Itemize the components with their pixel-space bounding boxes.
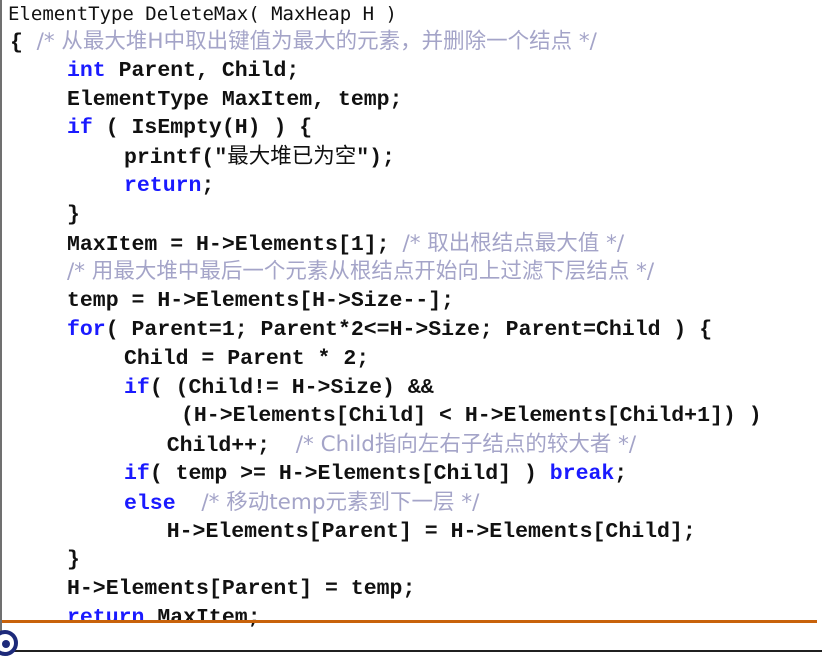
function-signature: ElementType DeleteMax( MaxHeap H )	[8, 3, 397, 25]
code-text: 最大堆已为空	[227, 144, 357, 170]
code-line: { /* 从最大堆H中取出键值为最大的元素，并删除一个结点 */	[10, 28, 762, 57]
code-line: else /* 移动temp元素到下一层 */	[10, 489, 762, 518]
code-comment: /* 从最大堆H中取出键值为最大的元素，并删除一个结点 */	[22, 29, 597, 54]
code-line: Child = Parent * 2;	[10, 345, 762, 374]
code-text: ( IsEmpty(H) ) {	[92, 116, 313, 141]
code-keyword: int	[67, 58, 106, 83]
code-line: ElementType MaxItem, temp;	[10, 86, 762, 115]
code-text: ( temp >= H->Elements[Child] )	[149, 461, 550, 486]
code-line: for( Parent=1; Parent*2<=H->Size; Parent…	[10, 316, 762, 345]
code-keyword: else	[124, 491, 176, 516]
code-line: Child++; /* Child指向左右子结点的较大者 */	[10, 431, 762, 460]
code-keyword: for	[67, 317, 106, 342]
code-line: }	[10, 546, 762, 575]
code-line: return MaxItem;	[10, 604, 762, 633]
logo-icon	[0, 630, 18, 656]
code-text: temp = H->Elements[H->Size--];	[67, 289, 455, 314]
code-comment: /* Child指向左右子结点的较大者 */	[295, 432, 637, 458]
code-text: Child = Parent * 2;	[124, 346, 370, 371]
code-text: Child++;	[166, 434, 296, 459]
code-text: }	[67, 202, 80, 227]
footer-divider	[2, 620, 817, 623]
code-line: return;	[10, 172, 762, 201]
code-line: if ( IsEmpty(H) ) {	[10, 114, 762, 143]
code-text: H->Elements[Parent] = H->Elements[Child]…	[166, 519, 696, 544]
code-comment: /* 移动temp元素到下一层 */	[201, 489, 480, 515]
code-text: {	[10, 31, 23, 55]
code-line: temp = H->Elements[H->Size--];	[10, 287, 762, 316]
code-text: MaxItem;	[144, 605, 261, 630]
code-text: ");	[356, 146, 395, 171]
code-text: Parent, Child;	[105, 58, 300, 83]
code-keyword: break	[549, 461, 615, 486]
code-text: ;	[201, 173, 215, 198]
code-line: printf("最大堆已为空");	[10, 143, 762, 172]
code-keyword: return	[124, 173, 202, 198]
slide-frame: ElementType DeleteMax( MaxHeap H ) { /* …	[0, 0, 822, 656]
code-text: }	[67, 548, 80, 573]
code-text: ;	[614, 461, 628, 486]
code-line: H->Elements[Parent] = temp;	[10, 575, 762, 604]
code-text: printf("	[124, 146, 228, 171]
code-text: MaxItem = H->Elements[1];	[67, 232, 403, 257]
code-line: (H->Elements[Child] < H->Elements[Child+…	[10, 402, 762, 431]
code-text: ElementType MaxItem, temp;	[67, 87, 403, 112]
code-keyword: if	[67, 116, 93, 141]
code-line: }	[10, 201, 762, 230]
code-comment: /* 用最大堆中最后一个元素从根结点开始向上过滤下层结点 */	[67, 259, 655, 285]
code-keyword: if	[124, 461, 150, 486]
code-block: { /* 从最大堆H中取出键值为最大的元素，并删除一个结点 */int Pare…	[10, 28, 762, 633]
code-text: ( (Child!= H->Size) &&	[149, 375, 434, 400]
code-line: H->Elements[Parent] = H->Elements[Child]…	[10, 518, 762, 547]
code-line: if( (Child!= H->Size) &&	[10, 374, 762, 403]
code-keyword: if	[124, 375, 150, 400]
code-line: if( temp >= H->Elements[Child] ) break;	[10, 460, 762, 489]
code-comment: /* 取出根结点最大值 */	[402, 230, 625, 256]
code-line: MaxItem = H->Elements[1]; /* 取出根结点最大值 */	[10, 230, 762, 259]
code-line: int Parent, Child;	[10, 57, 762, 86]
code-keyword: return	[67, 605, 145, 630]
code-text: H->Elements[Parent] = temp;	[67, 577, 416, 602]
code-text: (H->Elements[Child] < H->Elements[Child+…	[181, 404, 762, 429]
code-line: /* 用最大堆中最后一个元素从根结点开始向上过滤下层结点 */	[10, 258, 762, 287]
code-text: ( Parent=1; Parent*2<=H->Size; Parent=Ch…	[105, 317, 713, 342]
